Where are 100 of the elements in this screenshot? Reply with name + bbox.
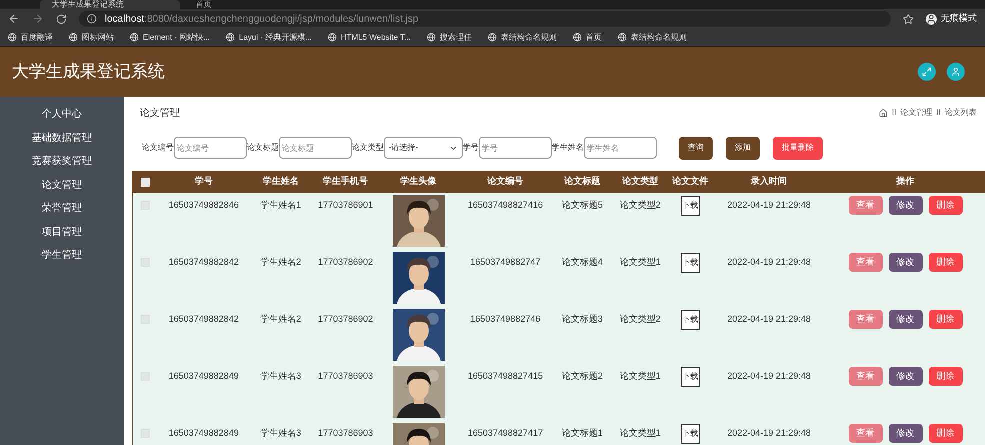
- bookmark[interactable]: 百度翻译: [8, 32, 53, 44]
- table-cell: 论文标题2: [562, 370, 603, 382]
- table-cell: 16503749882842: [168, 313, 239, 325]
- table-cell: 论文类型1: [620, 427, 661, 439]
- download-button[interactable]: 下载: [680, 196, 700, 216]
- table-cell: 165037498827416: [468, 199, 544, 211]
- bookmark[interactable]: Layui · 经典开源模...: [226, 32, 312, 44]
- incognito-icon: [926, 14, 937, 24]
- sidebar-item[interactable]: 基础数据管理: [0, 126, 124, 150]
- globe-icon: [226, 33, 236, 42]
- bookmark[interactable]: 表结构命名规则: [488, 32, 557, 44]
- globe-icon: [328, 33, 338, 42]
- sidebar-item[interactable]: 项目管理: [0, 220, 124, 244]
- globe-icon: [572, 33, 582, 42]
- row-action-button[interactable]: 删除: [928, 253, 963, 272]
- toolbar-button[interactable]: 查询: [679, 136, 713, 160]
- sidebar-item[interactable]: 学生管理: [0, 244, 124, 268]
- globe-icon: [618, 33, 627, 42]
- row-action-button[interactable]: 删除: [928, 367, 963, 386]
- breadcrumb-link[interactable]: 论文列表: [945, 107, 977, 119]
- table-cell: 17703786902: [318, 256, 374, 268]
- row-action-button[interactable]: 修改: [888, 253, 923, 272]
- download-button[interactable]: 下载: [680, 310, 700, 330]
- bookmark[interactable]: 图标网站: [69, 32, 114, 44]
- address-bar[interactable]: localhost:8080/daxueshengchengguodengji/jsp/modules/lunwen/list.jsp: [79, 11, 891, 27]
- filter-input[interactable]: 论文编号: [174, 137, 247, 159]
- url-text: localhost:8080/daxueshengchengguodengji/jsp/modules/lunwen/list.jsp: [105, 12, 419, 26]
- user-icon[interactable]: [947, 63, 965, 81]
- column-header: 操作: [896, 175, 915, 188]
- table-cell: 16503749882849: [168, 427, 239, 439]
- filter-label: 学号: [463, 142, 479, 154]
- filter-input[interactable]: 学号: [479, 137, 552, 159]
- bookmark[interactable]: Element · 网站快...: [130, 32, 210, 44]
- row-action-button[interactable]: 修改: [888, 367, 923, 386]
- globe-icon: [69, 33, 78, 42]
- column-header: 论文标题: [564, 175, 600, 188]
- filter-label: 论文标题: [247, 142, 279, 154]
- globe-icon: [8, 33, 17, 42]
- bookmark[interactable]: 首页: [572, 32, 602, 44]
- table-cell: 论文类型1: [620, 370, 661, 382]
- table-cell: 2022-04-19 21:29:48: [727, 370, 812, 382]
- table-cell: 2022-04-19 21:29:48: [727, 199, 812, 211]
- table-cell: 学生姓名2: [260, 313, 302, 325]
- row-action-button[interactable]: 删除: [928, 424, 963, 443]
- breadcrumb-link[interactable]: 论文管理: [900, 107, 933, 119]
- browser-tab[interactable]: 首页: [184, 0, 324, 9]
- reload-icon[interactable]: [56, 14, 67, 24]
- row-action-button[interactable]: 修改: [888, 196, 923, 215]
- row-action-button[interactable]: 修改: [888, 310, 923, 329]
- home-icon[interactable]: [879, 108, 888, 118]
- table-cell: 16503749882849: [168, 370, 239, 382]
- type-select[interactable]: -请选择-: [384, 137, 463, 159]
- table-cell: 2022-04-19 21:29:48: [727, 313, 812, 325]
- select-all-checkbox[interactable]: [141, 178, 150, 186]
- table-cell: 学生姓名2: [260, 256, 302, 268]
- sidebar-item[interactable]: 荣誉管理: [0, 197, 124, 220]
- bookmark[interactable]: HTML5 Website T...: [328, 32, 411, 44]
- row-action-button[interactable]: 删除: [928, 310, 963, 329]
- download-button[interactable]: 下载: [680, 253, 700, 273]
- table-cell: 17703786903: [318, 370, 374, 382]
- fullscreen-icon[interactable]: [918, 63, 936, 81]
- download-button[interactable]: 下载: [680, 367, 700, 387]
- forward-icon[interactable]: [32, 13, 44, 25]
- row-action-button[interactable]: 删除: [928, 196, 963, 215]
- globe-icon: [130, 33, 139, 42]
- table-cell: 论文类型2: [620, 313, 661, 325]
- row-action-button[interactable]: 修改: [888, 424, 923, 443]
- filter-input[interactable]: 论文标题: [279, 137, 352, 159]
- sidebar-item[interactable]: 竞赛获奖管理: [0, 150, 124, 174]
- bookmark-star-icon[interactable]: [903, 14, 914, 24]
- table-cell: 16503749882842: [168, 256, 239, 268]
- table-cell: 论文标题5: [562, 199, 603, 211]
- table-cell: 论文标题3: [562, 313, 603, 325]
- table-cell: 2022-04-19 21:29:48: [727, 256, 812, 268]
- back-icon[interactable]: [8, 13, 20, 25]
- bookmark[interactable]: 表结构命名规则: [618, 32, 687, 44]
- toolbar-button[interactable]: 批量删除: [773, 136, 823, 160]
- bookmark[interactable]: 搜索理任: [426, 32, 472, 44]
- column-header: 录入时间: [751, 175, 788, 188]
- filter-label: 论文类型: [352, 142, 384, 154]
- table-cell: 165037498827415: [468, 370, 544, 382]
- breadcrumb-separator: II: [892, 107, 897, 119]
- toolbar-button[interactable]: 添加: [726, 136, 760, 160]
- table-cell: 论文标题1: [562, 427, 603, 439]
- sidebar-item[interactable]: 个人中心: [0, 103, 124, 126]
- column-header: 论文文件: [672, 175, 708, 188]
- browser-tab[interactable]: 大学生成果登记系统: [40, 0, 180, 9]
- filter-label: 学生姓名: [552, 142, 584, 154]
- table-cell: 16503749882747: [470, 256, 541, 268]
- column-header: 论文编号: [488, 175, 524, 188]
- filter-input[interactable]: 学生姓名: [584, 137, 657, 159]
- table-cell: 学生姓名3: [260, 427, 302, 439]
- filter-label: 论文编号: [142, 142, 174, 154]
- table-cell: 论文标题4: [562, 256, 603, 268]
- sidebar-item[interactable]: 论文管理: [0, 174, 124, 197]
- download-button[interactable]: 下载: [680, 424, 700, 444]
- table-cell: 17703786902: [318, 313, 374, 325]
- table-cell: 16503749882846: [168, 199, 239, 211]
- table-cell: 17703786901: [318, 199, 374, 211]
- profile-label[interactable]: 无痕模式: [941, 12, 977, 26]
